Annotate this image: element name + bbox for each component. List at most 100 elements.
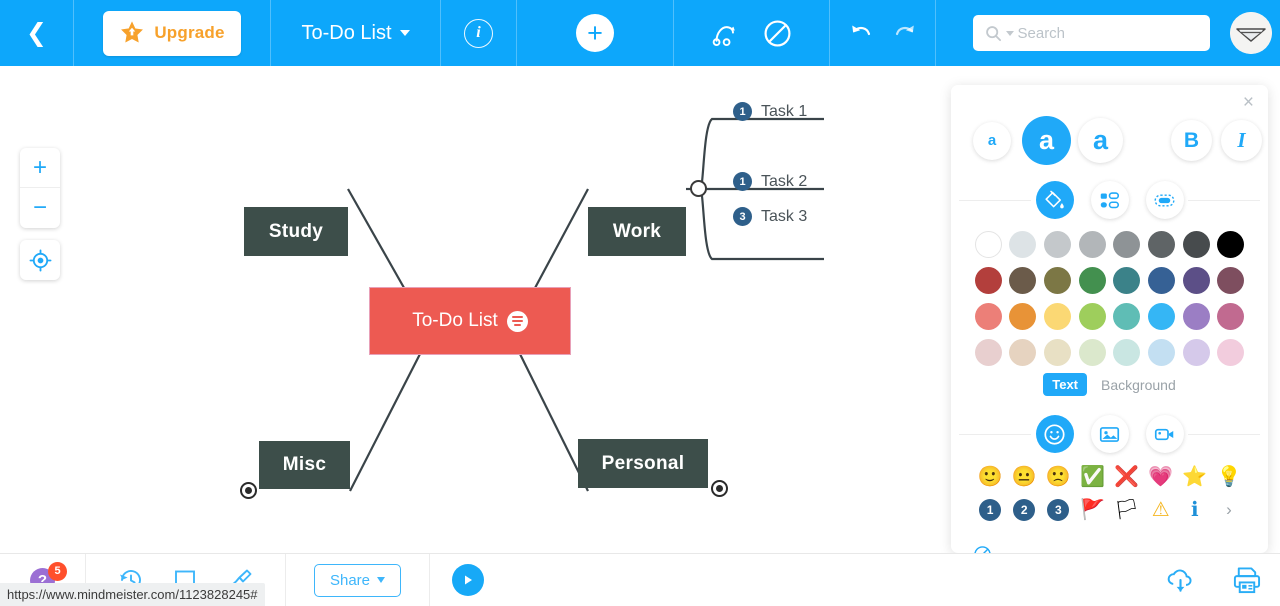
smile-emoji[interactable]: 🙂 — [978, 467, 1003, 487]
check-icon[interactable]: ✅ — [1080, 467, 1105, 487]
color-swatch[interactable] — [974, 303, 1002, 330]
border-style-icon[interactable] — [1145, 181, 1184, 219]
share-label: Share — [329, 571, 371, 589]
number-1-badge[interactable]: 1 — [979, 499, 1002, 521]
background-toggle-button[interactable]: Background — [1101, 377, 1176, 393]
image-icon[interactable] — [1090, 415, 1129, 453]
back-button[interactable]: ❮ — [0, 0, 74, 66]
smiley-icon[interactable] — [1035, 415, 1074, 453]
zoom-out-button[interactable]: − — [20, 188, 60, 228]
color-swatch[interactable] — [1078, 231, 1106, 258]
color-swatch[interactable] — [1078, 267, 1106, 294]
info-badge-icon[interactable]: ℹ — [1191, 500, 1199, 520]
number-3-badge[interactable]: 3 — [1047, 499, 1070, 521]
upgrade-button[interactable]: Upgrade — [103, 10, 241, 56]
zoom-in-button[interactable]: + — [20, 148, 60, 188]
color-swatch[interactable] — [1182, 339, 1210, 366]
neutral-emoji[interactable]: 😐 — [1012, 467, 1037, 487]
info-button[interactable]: i — [441, 0, 517, 66]
green-flag-icon[interactable]: 🏳 — [1114, 500, 1139, 520]
share-button[interactable]: Share — [313, 563, 402, 597]
color-swatch[interactable] — [1147, 267, 1175, 294]
color-swatch[interactable] — [974, 339, 1002, 366]
color-swatch[interactable] — [1113, 339, 1141, 366]
color-swatch[interactable] — [1182, 267, 1210, 294]
color-swatch[interactable] — [1044, 339, 1072, 366]
chevron-down-icon — [377, 577, 386, 583]
user-avatar[interactable] — [1229, 12, 1272, 54]
node-root-todo-list[interactable]: To-Do List — [370, 288, 570, 354]
color-swatch[interactable] — [1147, 231, 1175, 258]
color-swatch[interactable] — [1182, 231, 1210, 258]
number-2-badge[interactable]: 2 — [1013, 499, 1036, 521]
bold-button[interactable]: B — [1171, 120, 1212, 161]
node-misc[interactable]: Misc — [259, 441, 350, 489]
color-swatch[interactable] — [1147, 303, 1175, 330]
expand-handle-misc[interactable] — [240, 482, 257, 499]
color-swatch[interactable] — [974, 267, 1002, 294]
text-toggle-button[interactable]: Text — [1043, 373, 1088, 396]
color-swatch[interactable] — [1044, 267, 1072, 294]
plus-icon[interactable]: + — [576, 14, 614, 52]
color-swatch[interactable] — [1113, 231, 1141, 258]
no-entry-icon[interactable] — [763, 19, 792, 48]
map-title-dropdown[interactable]: To-Do List — [271, 0, 441, 66]
red-flag-icon[interactable]: 🚩 — [1080, 500, 1105, 520]
font-size-small-button[interactable]: a — [973, 121, 1011, 160]
cloud-download-icon[interactable] — [1165, 567, 1196, 595]
color-swatch[interactable] — [1182, 303, 1210, 330]
cross-icon[interactable]: ❌ — [1114, 467, 1139, 487]
frown-emoji[interactable]: 🙁 — [1046, 467, 1071, 487]
close-icon[interactable]: × — [1243, 93, 1254, 112]
clear-icon[interactable] — [973, 545, 992, 553]
color-swatch[interactable] — [1078, 339, 1106, 366]
heart-icon[interactable]: 💗 — [1148, 467, 1173, 487]
color-swatch[interactable] — [1113, 303, 1141, 330]
redo-icon[interactable] — [892, 21, 918, 45]
undo-icon[interactable] — [848, 21, 874, 45]
color-swatch[interactable] — [1078, 303, 1106, 330]
paint-bucket-icon[interactable] — [1035, 181, 1074, 219]
search-box[interactable]: Search — [972, 15, 1210, 51]
zoom-controls: + − — [20, 148, 60, 228]
color-swatch[interactable] — [1009, 231, 1037, 258]
node-task-3[interactable]: 3 Task 3 — [733, 207, 807, 226]
node-study[interactable]: Study — [244, 207, 348, 256]
italic-button[interactable]: I — [1221, 120, 1262, 161]
warning-icon[interactable]: ⚠ — [1152, 500, 1170, 520]
task-label: Task 2 — [761, 172, 808, 190]
note-icon[interactable] — [506, 310, 528, 332]
more-chevron-icon[interactable]: › — [1226, 500, 1232, 520]
color-swatch[interactable] — [1217, 339, 1245, 366]
collapse-handle-work[interactable] — [690, 180, 707, 197]
color-swatch[interactable] — [1217, 231, 1245, 258]
print-icon[interactable] — [1231, 566, 1262, 595]
color-swatch[interactable] — [1113, 267, 1141, 294]
color-swatch[interactable] — [1217, 267, 1245, 294]
node-personal[interactable]: Personal — [578, 439, 708, 488]
search-section: Search — [936, 0, 1280, 66]
star-icon[interactable]: ⭐ — [1182, 467, 1207, 487]
color-swatch[interactable] — [1147, 339, 1175, 366]
node-task-2[interactable]: 1 Task 2 — [733, 172, 807, 191]
play-icon[interactable] — [452, 564, 484, 596]
color-swatch[interactable] — [974, 231, 1002, 258]
expand-handle-personal[interactable] — [711, 480, 728, 497]
color-swatch[interactable] — [1009, 267, 1037, 294]
video-icon[interactable] — [1145, 415, 1184, 453]
color-swatch[interactable] — [1009, 303, 1037, 330]
node-task-1[interactable]: 1 Task 1 — [733, 102, 807, 121]
color-swatch[interactable] — [1009, 339, 1037, 366]
node-work[interactable]: Work — [588, 207, 686, 256]
font-size-medium-button[interactable]: a — [1022, 116, 1071, 165]
search-input[interactable]: Search — [1018, 25, 1066, 42]
color-swatch[interactable] — [1044, 231, 1072, 258]
color-swatch[interactable] — [1044, 303, 1072, 330]
center-map-button[interactable] — [20, 240, 60, 280]
font-size-large-button[interactable]: a — [1078, 118, 1123, 163]
search-filter-caret-icon[interactable] — [1005, 30, 1014, 36]
color-swatch[interactable] — [1217, 303, 1245, 330]
connection-icon[interactable] — [712, 20, 743, 47]
node-style-icon[interactable] — [1090, 181, 1129, 219]
lightbulb-icon[interactable]: 💡 — [1216, 467, 1241, 487]
